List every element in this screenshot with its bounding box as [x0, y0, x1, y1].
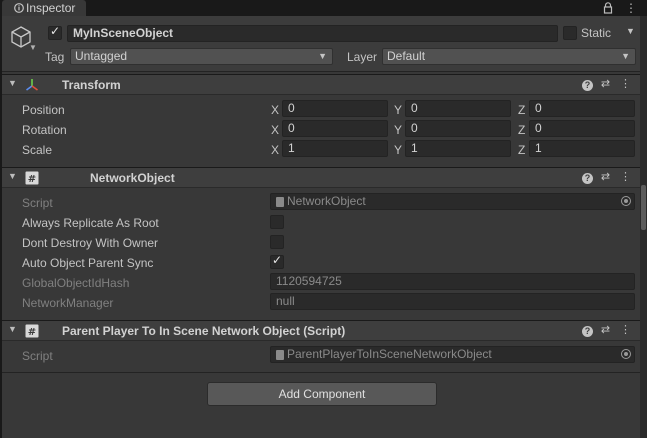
more-options-icon[interactable]: ⋮ — [619, 171, 632, 184]
auto-parent-checkbox[interactable]: ✓ — [270, 253, 284, 269]
axis-y-label[interactable]: Y — [394, 123, 402, 137]
rotation-y-field[interactable]: 0 — [405, 120, 511, 137]
networkobject-header[interactable]: ▼ # NetworkObject ? ⇄ ⋮ — [2, 167, 640, 188]
position-x-field[interactable]: 0 — [282, 100, 388, 117]
checkmark-icon: ✓ — [272, 253, 283, 267]
pp-script-field[interactable]: ParentPlayerToInSceneNetworkObject — [270, 346, 635, 363]
static-label: Static — [581, 26, 612, 40]
script-icon: # — [25, 324, 39, 338]
network-manager-field: null — [270, 293, 635, 310]
lock-icon[interactable] — [603, 2, 613, 14]
axis-y-label[interactable]: Y — [394, 143, 402, 157]
position-label: Position — [22, 103, 65, 117]
svg-text:#: # — [28, 327, 36, 338]
tag-label: Tag — [45, 50, 65, 64]
parent-player-title: Parent Player To In Scene Network Object… — [62, 324, 346, 338]
foldout-arrow-icon[interactable]: ▼ — [8, 171, 17, 181]
icon-dropdown-caret-icon[interactable]: ▼ — [29, 43, 37, 52]
kebab-menu-icon[interactable]: ⋮ — [625, 1, 637, 15]
tag-dropdown[interactable]: Untagged ▼ — [70, 48, 333, 65]
always-replicate-label: Always Replicate As Root — [22, 216, 159, 230]
networkobject-title: NetworkObject — [90, 171, 175, 185]
inspector-content: ▼ ✓ MyInSceneObject Static ▼ Tag Untagge… — [2, 16, 640, 438]
foldout-arrow-icon[interactable]: ▼ — [8, 324, 17, 334]
axis-z-label[interactable]: Z — [518, 123, 525, 137]
gameobject-header: ▼ ✓ MyInSceneObject Static ▼ Tag Untagge… — [2, 16, 640, 72]
scale-z-field[interactable]: 1 — [529, 140, 635, 157]
chevron-down-icon: ▼ — [318, 51, 327, 61]
script-file-icon — [276, 197, 284, 207]
axis-x-label[interactable]: X — [271, 103, 279, 117]
divider — [2, 372, 640, 373]
object-picker-icon[interactable] — [621, 349, 631, 359]
axis-x-label[interactable]: X — [271, 143, 279, 157]
inspector-window: Inspector ⋮ ▼ ✓ MyInSceneObject Static ▼… — [0, 0, 647, 438]
tag-value: Untagged — [75, 49, 128, 63]
help-icon[interactable]: ? — [582, 80, 593, 91]
presets-icon[interactable]: ⇄ — [599, 78, 612, 91]
static-checkbox[interactable] — [563, 26, 577, 40]
position-y-field[interactable]: 0 — [405, 100, 511, 117]
script-icon: # — [25, 171, 39, 185]
rotation-z-field[interactable]: 0 — [529, 120, 635, 137]
more-options-icon[interactable]: ⋮ — [619, 324, 632, 337]
info-icon — [14, 3, 24, 13]
transform-title: Transform — [62, 78, 121, 92]
parent-player-header[interactable]: ▼ # Parent Player To In Scene Network Ob… — [2, 320, 640, 341]
axis-x-label[interactable]: X — [271, 123, 279, 137]
rotation-label: Rotation — [22, 123, 67, 137]
layer-dropdown[interactable]: Default ▼ — [382, 48, 636, 65]
checkmark-icon: ✓ — [50, 24, 61, 38]
transform-header[interactable]: ▼ Transform ? ⇄ ⋮ — [2, 74, 640, 95]
transform-icon — [26, 79, 38, 91]
dont-destroy-checkbox[interactable] — [270, 235, 284, 249]
tab-inspector-label: Inspector — [26, 1, 76, 15]
script-file-icon — [276, 350, 284, 360]
scale-x-field[interactable]: 1 — [282, 140, 388, 157]
foldout-arrow-icon[interactable]: ▼ — [8, 78, 17, 88]
no-script-value: NetworkObject — [287, 194, 366, 208]
object-picker-icon[interactable] — [621, 196, 631, 206]
static-dropdown-caret-icon[interactable]: ▼ — [626, 24, 635, 38]
axis-z-label[interactable]: Z — [518, 103, 525, 117]
pp-script-value: ParentPlayerToInSceneNetworkObject — [287, 347, 492, 361]
layer-value: Default — [387, 49, 426, 63]
layer-label: Layer — [347, 50, 378, 64]
tab-bar: Inspector ⋮ — [0, 0, 647, 16]
axis-z-label[interactable]: Z — [518, 143, 525, 157]
svg-text:#: # — [28, 174, 36, 185]
presets-icon[interactable]: ⇄ — [599, 171, 612, 184]
global-hash-label: GlobalObjectIdHash — [22, 276, 130, 290]
always-replicate-checkbox[interactable] — [270, 215, 284, 229]
help-icon[interactable]: ? — [582, 326, 593, 337]
presets-icon[interactable]: ⇄ — [599, 324, 612, 337]
help-icon[interactable]: ? — [582, 173, 593, 184]
global-hash-field: 1120594725 — [270, 273, 635, 290]
add-component-button[interactable]: Add Component — [207, 382, 437, 406]
more-options-icon[interactable]: ⋮ — [619, 78, 632, 91]
chevron-down-icon: ▼ — [621, 51, 630, 61]
dont-destroy-label: Dont Destroy With Owner — [22, 236, 159, 250]
tab-inspector[interactable]: Inspector — [2, 0, 86, 16]
auto-parent-label: Auto Object Parent Sync — [22, 256, 154, 270]
network-manager-label: NetworkManager — [22, 296, 114, 310]
gameobject-name-field[interactable]: MyInSceneObject — [67, 25, 558, 42]
scale-label: Scale — [22, 143, 53, 157]
scrollbar-thumb[interactable] — [641, 185, 646, 230]
position-z-field[interactable]: 0 — [529, 100, 635, 117]
axis-y-label[interactable]: Y — [394, 103, 402, 117]
no-script-field[interactable]: NetworkObject — [270, 193, 635, 210]
scale-y-field[interactable]: 1 — [405, 140, 511, 157]
active-checkbox[interactable]: ✓ — [48, 24, 62, 40]
pp-script-label: Script — [22, 349, 53, 363]
no-script-label: Script — [22, 196, 53, 210]
rotation-x-field[interactable]: 0 — [282, 120, 388, 137]
